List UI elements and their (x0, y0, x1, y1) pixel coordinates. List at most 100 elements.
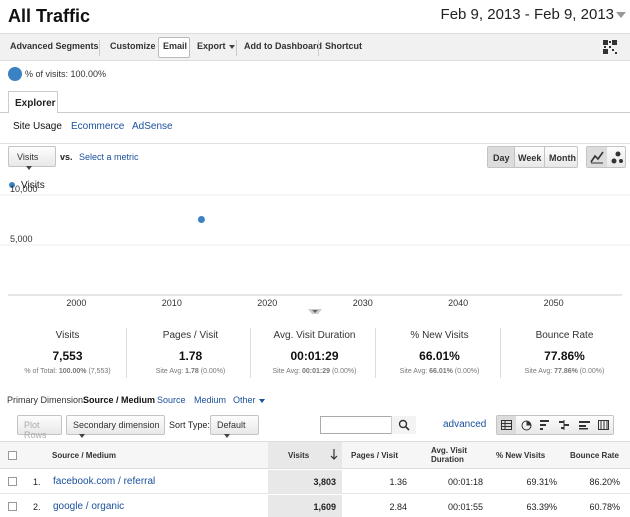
scorecard-sub-value: 1.78 (185, 368, 199, 375)
table-row[interactable]: 1. facebook.com / referral 3,803 1.36 00… (0, 470, 630, 494)
scorecard-label: Avg. Visit Duration (273, 330, 356, 341)
shortcut-button[interactable]: Shortcut (325, 41, 362, 51)
header-source-medium[interactable]: Source / Medium (52, 451, 116, 460)
plot-rows-button[interactable]: Plot Rows (17, 415, 62, 440)
row-new-visits: 63.39% (526, 502, 557, 512)
scorecard-divider (250, 328, 251, 378)
toolbar-divider (99, 40, 100, 56)
dimension-source[interactable]: Source (157, 395, 186, 405)
dimension-other-label[interactable]: Other (233, 395, 256, 405)
add-to-dashboard-button[interactable]: Add to Dashboard (244, 41, 322, 51)
sort-descending-icon[interactable] (330, 449, 338, 460)
primary-dimension-bar: Primary Dimension: Source / Medium Sourc… (0, 392, 630, 410)
scorecard-divider (126, 328, 127, 378)
secondary-dimension-select[interactable]: Secondary dimension (66, 415, 165, 438)
search-icon[interactable] (398, 419, 410, 431)
chevron-down-icon[interactable] (616, 12, 626, 18)
scorecard-sub: Site Avg: 1.78 (0.00%) (128, 368, 253, 375)
y-tick-label: 5,000 (10, 234, 33, 244)
customize-button[interactable]: Customize (110, 41, 156, 51)
week-button[interactable]: Week (518, 153, 541, 163)
header-avg-visit-duration[interactable]: Avg. Visit (431, 446, 467, 455)
date-range-selector[interactable]: Feb 9, 2013 - Feb 9, 2013 (441, 6, 614, 23)
scorecard-sub-suffix: (0.00%) (452, 368, 480, 375)
dimension-other[interactable]: Other (233, 395, 265, 405)
scorecard-sub: % of Total: 100.00% (7,553) (5, 368, 130, 375)
toolbar-divider (318, 40, 319, 56)
primary-dimension-label: Primary Dimension: (7, 395, 86, 405)
scorecard-sub-suffix: (0.00%) (198, 368, 226, 375)
scorecard-sub: Site Avg: 66.01% (0.00%) (377, 368, 502, 375)
motion-chart-icon[interactable] (610, 151, 624, 165)
row-checkbox[interactable] (8, 477, 17, 486)
scorecard-label: Pages / Visit (162, 330, 219, 341)
page-title: All Traffic (8, 6, 91, 26)
dimension-source-medium[interactable]: Source / Medium (83, 395, 155, 405)
advanced-segments-button[interactable]: Advanced Segments (10, 41, 99, 51)
export-label[interactable]: Export (197, 41, 226, 51)
advanced-filter-link[interactable]: advanced (443, 419, 486, 430)
comparison-view-icon[interactable] (559, 420, 570, 430)
search-button[interactable] (391, 416, 416, 434)
y-tick-label: 10,000 (10, 184, 38, 194)
qr-code-icon[interactable] (603, 40, 617, 54)
scorecard-label: % New Visits (410, 330, 469, 341)
sort-type-select[interactable]: Default (210, 415, 259, 438)
header-new-visits[interactable]: % New Visits (496, 451, 545, 460)
row-visits: 3,803 (313, 477, 336, 487)
select-metric-link[interactable]: Select a metric (79, 152, 139, 162)
subtab-ecommerce[interactable]: Ecommerce (71, 121, 124, 132)
row-bounce-rate: 60.78% (589, 502, 620, 512)
header-visits[interactable]: Visits (288, 451, 309, 460)
table-header: Source / Medium Visits Pages / Visit Avg… (0, 441, 630, 469)
chart-type-group (586, 146, 626, 168)
header-pages-visit[interactable]: Pages / Visit (351, 451, 398, 460)
row-pages-visit: 2.84 (389, 502, 407, 512)
header-bounce-rate[interactable]: Bounce Rate (570, 451, 619, 460)
row-index: 1. (33, 477, 41, 487)
chevron-down-icon (224, 433, 230, 438)
scorecards: Visits 7,553 % of Total: 100.00% (7,553) Pa… (0, 320, 630, 386)
scorecard-sub-suffix: (7,553) (86, 368, 111, 375)
row-checkbox[interactable] (8, 502, 17, 511)
x-tick-label: 2040 (448, 298, 468, 308)
term-cloud-view-icon[interactable] (579, 420, 590, 430)
chevron-down-icon (228, 44, 235, 49)
day-label[interactable]: Day (493, 153, 510, 163)
scorecard-sub-prefix: Site Avg: (399, 368, 430, 375)
x-tick-label: 2030 (353, 298, 373, 308)
row-index: 2. (33, 502, 41, 512)
row-duration: 00:01:55 (447, 502, 483, 512)
x-tick-label: 2000 (66, 298, 86, 308)
performance-view-icon[interactable] (540, 420, 551, 430)
table-row[interactable]: 2. google / organic 1,609 2.84 00:01:55 … (0, 495, 630, 517)
select-all-checkbox[interactable] (8, 451, 17, 460)
pivot-view-icon[interactable] (598, 420, 609, 430)
tab-explorer[interactable]: Explorer (8, 91, 58, 113)
table-view-icon[interactable] (501, 420, 512, 430)
row-pages-visit: 1.36 (389, 477, 407, 487)
scorecard-sub-prefix: Site Avg: (155, 368, 186, 375)
metric-select[interactable]: Visits (8, 146, 56, 170)
dimension-medium[interactable]: Medium (194, 395, 226, 405)
row-source-link[interactable]: google / organic (53, 501, 124, 512)
subtab-site-usage[interactable]: Site Usage (13, 121, 62, 132)
export-button[interactable]: Export (197, 41, 235, 51)
x-tick-label: 2010 (162, 298, 182, 308)
scorecard-value: 66.01% (419, 349, 460, 363)
email-button-label[interactable]: Email (163, 41, 187, 51)
sort-type-value[interactable]: Default (217, 420, 246, 430)
month-button[interactable]: Month (549, 153, 576, 163)
pie-view-icon[interactable] (521, 420, 532, 431)
metric-select-value[interactable]: Visits (17, 152, 38, 162)
secondary-dimension-label[interactable]: Secondary dimension (73, 420, 160, 430)
subtab-adsense[interactable]: AdSense (132, 121, 173, 132)
table-view-group (496, 415, 614, 435)
row-source-link[interactable]: facebook.com / referral (53, 476, 155, 487)
scorecard: % New Visits 66.01% Site Avg: 66.01% (0.00… (377, 320, 502, 386)
visits-chart: 10,000 5,000 2000 2010 2020 2030 2040 2050 (0, 184, 630, 314)
row-bounce-rate: 86.20% (589, 477, 620, 487)
header-avg-visit-duration-line2[interactable]: Duration (431, 455, 464, 464)
scorecard-divider (500, 328, 501, 378)
line-chart-icon[interactable] (590, 150, 604, 164)
